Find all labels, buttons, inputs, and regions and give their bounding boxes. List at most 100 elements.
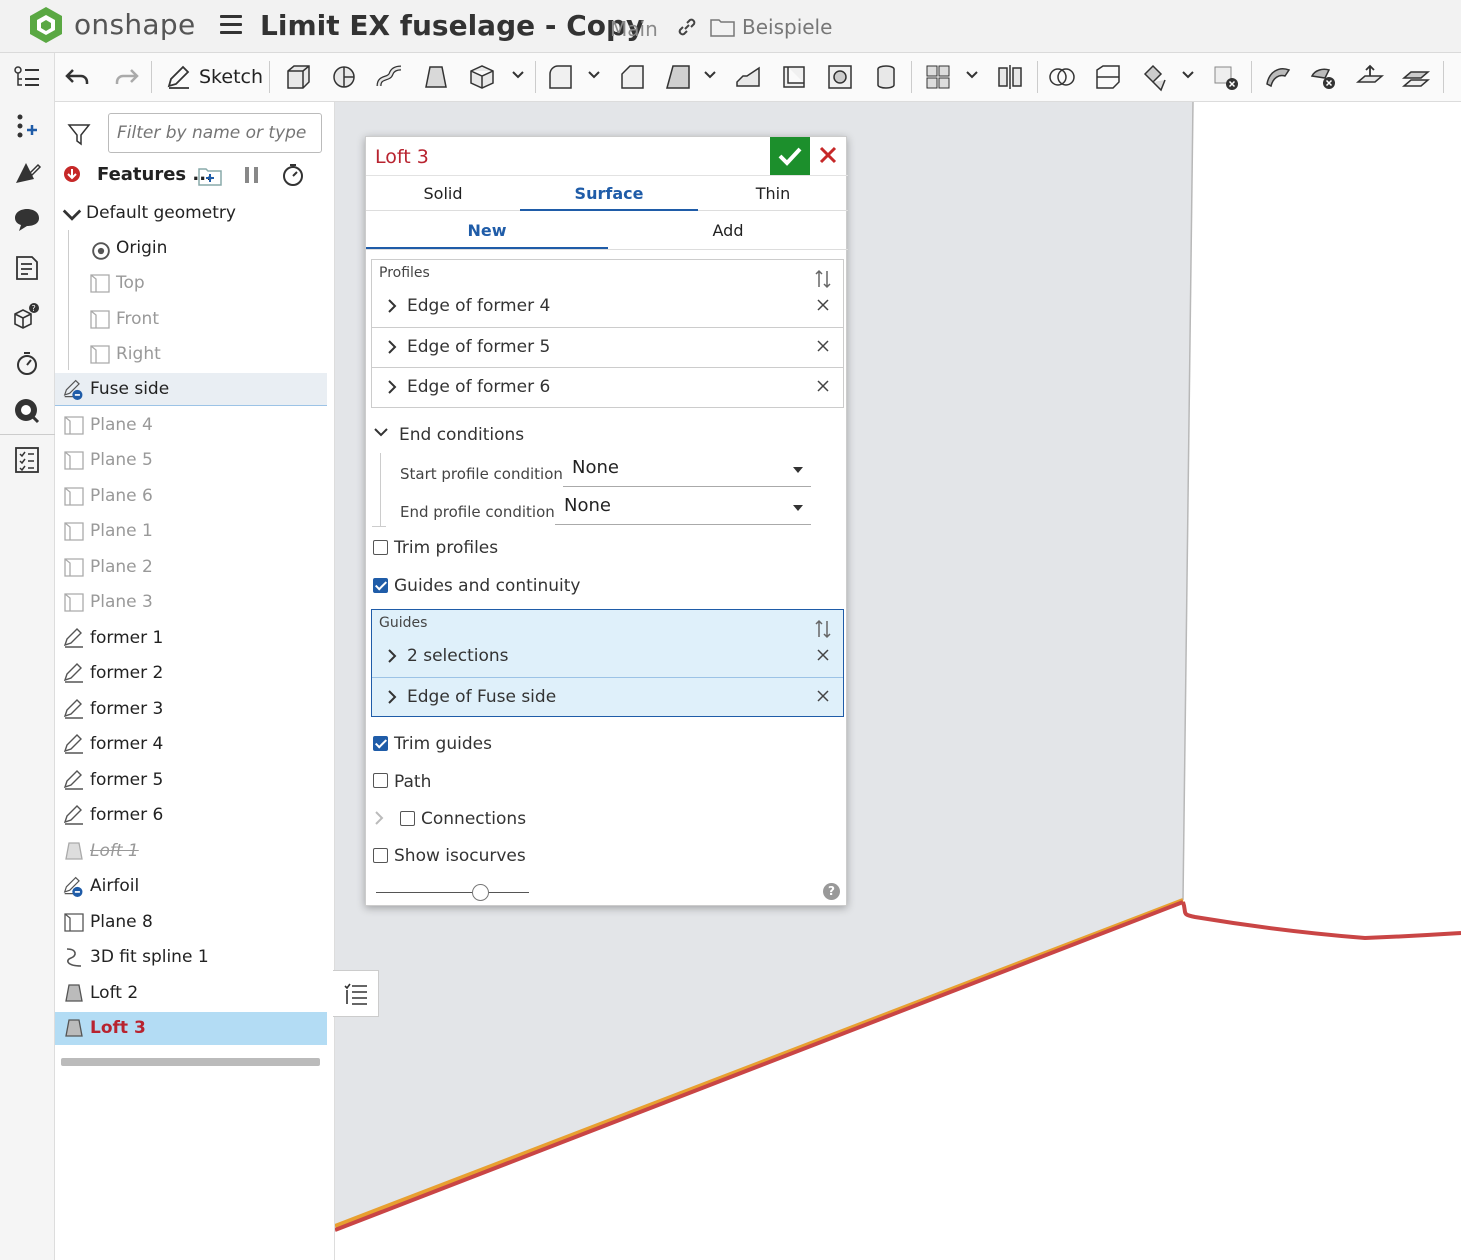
tree-item-front-plane[interactable]: Front xyxy=(55,303,327,336)
tree-item-former-1[interactable]: former 1 xyxy=(55,622,327,655)
filter-input[interactable] xyxy=(108,113,322,153)
remove-icon[interactable] xyxy=(817,299,829,311)
chevron-right-icon[interactable] xyxy=(374,810,384,826)
folder-icon[interactable] xyxy=(710,16,736,42)
chevron-right-icon[interactable] xyxy=(387,298,397,314)
folder-label[interactable]: Beispiele xyxy=(742,15,832,39)
tab-thin[interactable]: Thin xyxy=(698,184,848,203)
remove-icon[interactable] xyxy=(817,340,829,352)
tab-new[interactable]: New xyxy=(366,221,608,240)
tree-item-former-2[interactable]: former 2 xyxy=(55,657,327,690)
chevron-down-icon[interactable] xyxy=(373,427,389,439)
guides-selection-list[interactable]: Guides 2 selections Edge of Fuse side xyxy=(371,609,844,717)
default-geometry-group[interactable]: Default geometry xyxy=(55,197,327,230)
feature-list-icon[interactable] xyxy=(12,63,42,93)
remove-icon[interactable] xyxy=(817,649,829,661)
document-title[interactable]: Limit EX fuselage - Copy xyxy=(260,9,644,42)
rib-icon[interactable] xyxy=(733,62,763,92)
chevron-down-icon[interactable] xyxy=(1181,70,1195,80)
chevron-right-icon[interactable] xyxy=(387,379,397,395)
profile-row[interactable]: Edge of former 5 xyxy=(372,327,843,367)
remove-icon[interactable] xyxy=(817,690,829,702)
comments-icon[interactable] xyxy=(12,205,42,235)
draft-icon[interactable] xyxy=(663,62,693,92)
thicken-icon[interactable] xyxy=(467,62,497,92)
tree-item-3d-fit-spline-1[interactable]: 3D fit spline 1 xyxy=(55,941,327,974)
chevron-right-icon[interactable] xyxy=(387,648,397,664)
shell-icon[interactable] xyxy=(779,62,809,92)
branch-label[interactable]: Main xyxy=(610,17,658,41)
offset-surface-icon[interactable] xyxy=(1401,62,1431,92)
end-conditions-label[interactable]: End conditions xyxy=(399,425,524,445)
chevron-down-icon[interactable] xyxy=(511,70,525,80)
tree-item-plane-2[interactable]: Plane 2 xyxy=(55,551,327,584)
redo-icon[interactable] xyxy=(111,62,141,92)
isocurve-slider-track[interactable] xyxy=(376,892,529,893)
revolve-icon[interactable] xyxy=(329,62,359,92)
undo-icon[interactable] xyxy=(63,62,93,92)
cylinder-icon[interactable] xyxy=(871,62,901,92)
tree-item-fuse-side[interactable]: Fuse side xyxy=(55,373,327,406)
tree-item-former-5[interactable]: former 5 xyxy=(55,764,327,797)
hole-icon[interactable] xyxy=(825,62,855,92)
tree-item-plane-8[interactable]: Plane 8 xyxy=(55,906,327,939)
tree-item-right-plane[interactable]: Right xyxy=(55,338,327,371)
tree-item-top-plane[interactable]: Top xyxy=(55,267,327,300)
tree-item-loft-1[interactable]: Loft 1 xyxy=(55,835,327,868)
chevron-right-icon[interactable] xyxy=(387,689,397,705)
accept-button[interactable] xyxy=(770,137,810,175)
trim-guides-checkbox[interactable] xyxy=(373,736,388,751)
tree-item-plane-4[interactable]: Plane 4 xyxy=(55,409,327,442)
tab-solid[interactable]: Solid xyxy=(366,184,520,203)
link-icon[interactable] xyxy=(676,16,698,42)
isocurve-slider-knob[interactable] xyxy=(472,884,489,901)
sketch-button[interactable]: Sketch xyxy=(165,62,263,92)
tree-item-former-6[interactable]: former 6 xyxy=(55,799,327,832)
help-icon[interactable]: ? xyxy=(823,883,840,900)
surface-icon[interactable] xyxy=(1263,62,1293,92)
profile-row[interactable]: Edge of former 6 xyxy=(372,367,843,407)
chevron-down-icon[interactable] xyxy=(965,70,979,80)
checklist-icon[interactable] xyxy=(12,445,42,475)
feature-list-toggle[interactable] xyxy=(333,970,379,1017)
tree-item-former-3[interactable]: former 3 xyxy=(55,693,327,726)
chevron-right-icon[interactable] xyxy=(387,339,397,355)
tree-item-origin[interactable]: Origin xyxy=(55,232,327,265)
chevron-down-icon[interactable] xyxy=(703,70,717,80)
tree-item-plane-1[interactable]: Plane 1 xyxy=(55,515,327,548)
tree-item-loft-2[interactable]: Loft 2 xyxy=(55,977,327,1010)
tree-item-former-4[interactable]: former 4 xyxy=(55,728,327,761)
pause-icon[interactable] xyxy=(242,165,262,185)
show-isocurves-checkbox[interactable] xyxy=(373,848,388,863)
sweep-icon[interactable] xyxy=(375,62,405,92)
guide-row[interactable]: 2 selections xyxy=(372,637,843,677)
tree-item-airfoil[interactable]: Airfoil xyxy=(55,870,327,903)
mirror-icon[interactable] xyxy=(995,62,1025,92)
trim-profiles-checkbox[interactable] xyxy=(373,540,388,555)
start-profile-condition-select[interactable]: None xyxy=(563,453,811,487)
mass-properties-icon[interactable]: ? xyxy=(12,300,42,330)
guides-continuity-checkbox[interactable] xyxy=(373,578,388,593)
pattern-icon[interactable] xyxy=(923,62,953,92)
remove-icon[interactable] xyxy=(817,380,829,392)
end-profile-condition-select[interactable]: None xyxy=(555,491,811,525)
stopwatch-icon[interactable] xyxy=(12,348,42,378)
tree-item-plane-6[interactable]: Plane 6 xyxy=(55,480,327,513)
split-icon[interactable] xyxy=(1093,62,1123,92)
tree-item-plane-3[interactable]: Plane 3 xyxy=(55,586,327,619)
filter-icon[interactable] xyxy=(67,122,91,150)
guide-row[interactable]: Edge of Fuse side xyxy=(372,677,843,717)
extend-surface-icon[interactable] xyxy=(1355,62,1385,92)
insert-feature-icon[interactable] xyxy=(12,111,42,141)
rollback-icon[interactable] xyxy=(63,165,81,183)
horizontal-scrollbar[interactable] xyxy=(61,1058,320,1066)
stopwatch-icon[interactable] xyxy=(281,163,305,187)
appearance-icon[interactable] xyxy=(12,159,42,189)
tree-item-plane-5[interactable]: Plane 5 xyxy=(55,444,327,477)
delete-face-icon[interactable] xyxy=(1309,62,1339,92)
tab-add[interactable]: Add xyxy=(608,221,848,240)
chamfer-icon[interactable] xyxy=(617,62,647,92)
onshape-logo-icon[interactable] xyxy=(28,6,64,48)
add-folder-icon[interactable] xyxy=(198,165,224,187)
sort-icon[interactable] xyxy=(815,269,831,289)
